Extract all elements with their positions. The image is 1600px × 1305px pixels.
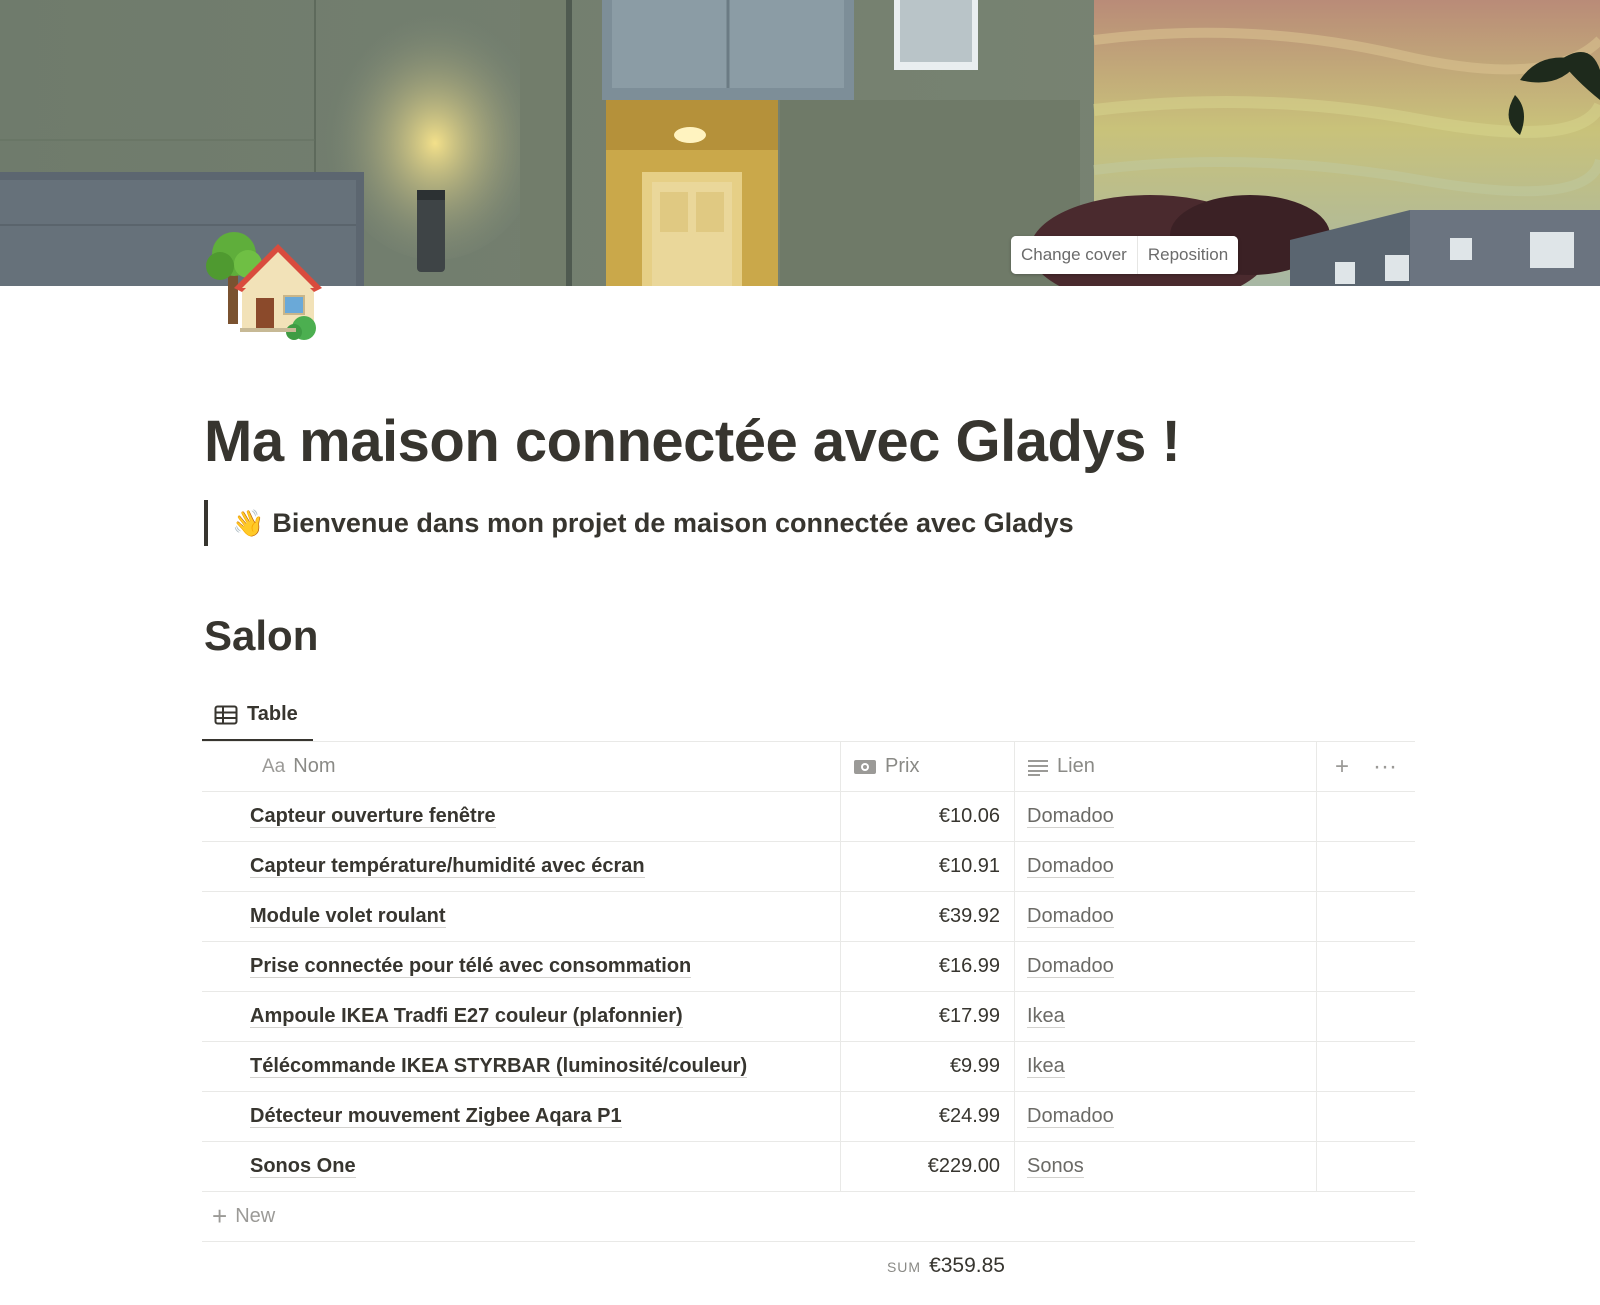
row-link[interactable]: Ikea [1027,1055,1065,1078]
page-title[interactable]: Ma maison connectée avec Gladys ! [204,408,1181,475]
column-header-label: Nom [293,755,336,777]
cell-empty[interactable] [1317,942,1415,991]
text-lines-icon [1027,758,1049,776]
cell-empty[interactable] [1317,1042,1415,1091]
tab-table-label: Table [247,703,298,725]
row-link[interactable]: Domadoo [1027,805,1114,828]
cell-price[interactable]: €10.91 [841,842,1015,891]
cell-link[interactable]: Sonos [1015,1142,1317,1191]
row-name[interactable]: Capteur température/humidité avec écran [250,855,645,878]
cell-price[interactable]: €9.99 [841,1042,1015,1091]
cell-price[interactable]: €39.92 [841,892,1015,941]
table-row[interactable]: Sonos One €229.00 Sonos [202,1142,1415,1192]
row-price: €17.99 [938,1005,1000,1027]
table-row[interactable]: Détecteur mouvement Zigbee Aqara P1 €24.9… [202,1092,1415,1142]
sum-value: €359.85 [929,1254,1005,1277]
quote-text: Bienvenue dans mon projet de maison conn… [272,507,1074,538]
row-name[interactable]: Télécommande IKEA STYRBAR (luminosité/co… [250,1055,748,1078]
cell-empty[interactable] [1317,842,1415,891]
row-link[interactable]: Domadoo [1027,955,1114,978]
row-price: €39.92 [938,905,1000,927]
row-name[interactable]: Ampoule IKEA Tradfi E27 couleur (plafonn… [250,1005,683,1028]
row-name[interactable]: Module volet roulant [250,905,446,928]
cell-name[interactable]: Sonos One [202,1142,841,1191]
row-link[interactable]: Domadoo [1027,905,1114,928]
change-cover-button[interactable]: Change cover [1011,236,1137,274]
column-header-link[interactable]: Lien [1015,742,1317,791]
new-row-label: New [235,1205,276,1227]
column-header-label: Prix [885,755,920,777]
cell-name[interactable]: Module volet roulant [202,892,841,941]
row-link[interactable]: Domadoo [1027,1105,1114,1128]
table-row[interactable]: Capteur température/humidité avec écran €… [202,842,1415,892]
cell-empty[interactable] [1317,992,1415,1041]
table-row[interactable]: Ampoule IKEA Tradfi E27 couleur (plafonn… [202,992,1415,1042]
plus-icon: + [212,1201,228,1231]
cell-price[interactable]: €24.99 [841,1092,1015,1141]
row-link[interactable]: Ikea [1027,1005,1065,1028]
table-row[interactable]: Module volet roulant €39.92 Domadoo [202,892,1415,942]
cell-name[interactable]: Télécommande IKEA STYRBAR (luminosité/co… [202,1042,841,1091]
cell-name[interactable]: Capteur ouverture fenêtre [202,792,841,841]
row-price: €10.06 [938,805,1000,827]
column-header-label: Lien [1057,755,1095,777]
view-tabs: Table [202,690,1415,742]
cell-name[interactable]: Ampoule IKEA Tradfi E27 couleur (plafonn… [202,992,841,1041]
cell-link[interactable]: Ikea [1015,1042,1317,1091]
cell-price[interactable]: €229.00 [841,1142,1015,1191]
row-price: €16.99 [938,955,1000,977]
cell-name[interactable]: Prise connectée pour télé avec consommat… [202,942,841,991]
row-price: €24.99 [938,1105,1000,1127]
cell-link[interactable]: Domadoo [1015,892,1317,941]
add-column-button[interactable]: + [1335,753,1349,781]
cell-empty[interactable] [1317,1142,1415,1191]
table-row[interactable]: Télécommande IKEA STYRBAR (luminosité/co… [202,1042,1415,1092]
sum-label: SUM [886,1259,922,1275]
price-sum[interactable]: SUM €359.85 [202,1254,1013,1278]
waving-hand-icon: 👋 [232,507,265,538]
table-header-row: Aa Nom Prix Lien + ··· [202,742,1415,792]
table-row[interactable]: Prise connectée pour télé avec consommat… [202,942,1415,992]
cell-price[interactable]: €16.99 [841,942,1015,991]
row-price: €9.99 [949,1055,1000,1077]
welcome-quote[interactable]: 👋 Bienvenue dans mon projet de maison co… [204,500,1074,546]
house-with-garden-icon[interactable] [204,224,328,346]
cell-name[interactable]: Capteur température/humidité avec écran [202,842,841,891]
row-link[interactable]: Domadoo [1027,855,1114,878]
cell-empty[interactable] [1317,1092,1415,1141]
row-name[interactable]: Capteur ouverture fenêtre [250,805,496,828]
row-price: €10.91 [938,855,1000,877]
database-table: Aa Nom Prix Lien + ··· Capteur ouverture… [202,741,1415,1242]
cell-link[interactable]: Domadoo [1015,1092,1317,1141]
cell-link[interactable]: Domadoo [1015,942,1317,991]
column-header-price[interactable]: Prix [841,742,1015,791]
new-row-button[interactable]: + New [202,1192,1415,1242]
row-name[interactable]: Sonos One [250,1155,356,1178]
table-icon [214,705,238,724]
cell-link[interactable]: Ikea [1015,992,1317,1041]
text-type-icon: Aa [262,755,286,777]
row-name[interactable]: Détecteur mouvement Zigbee Aqara P1 [250,1105,622,1128]
cell-link[interactable]: Domadoo [1015,842,1317,891]
section-title[interactable]: Salon [204,612,318,660]
row-link[interactable]: Sonos [1027,1155,1084,1178]
column-header-actions: + ··· [1317,742,1415,791]
more-options-icon[interactable]: ··· [1373,753,1397,781]
table-body: Capteur ouverture fenêtre €10.06 Domadoo Ca… [202,792,1415,1192]
cell-empty[interactable] [1317,792,1415,841]
reposition-button[interactable]: Reposition [1136,236,1239,274]
column-header-name[interactable]: Aa Nom [202,742,841,791]
row-price: €229.00 [927,1155,1000,1177]
cell-name[interactable]: Détecteur mouvement Zigbee Aqara P1 [202,1092,841,1141]
table-row[interactable]: Capteur ouverture fenêtre €10.06 Domadoo [202,792,1415,842]
money-icon [853,758,877,776]
cell-price[interactable]: €17.99 [841,992,1015,1041]
cell-price[interactable]: €10.06 [841,792,1015,841]
cell-link[interactable]: Domadoo [1015,792,1317,841]
cell-empty[interactable] [1317,892,1415,941]
tab-table[interactable]: Table [202,690,313,742]
row-name[interactable]: Prise connectée pour télé avec consommat… [250,955,692,978]
cover-actions: Change cover Reposition [1011,236,1239,274]
